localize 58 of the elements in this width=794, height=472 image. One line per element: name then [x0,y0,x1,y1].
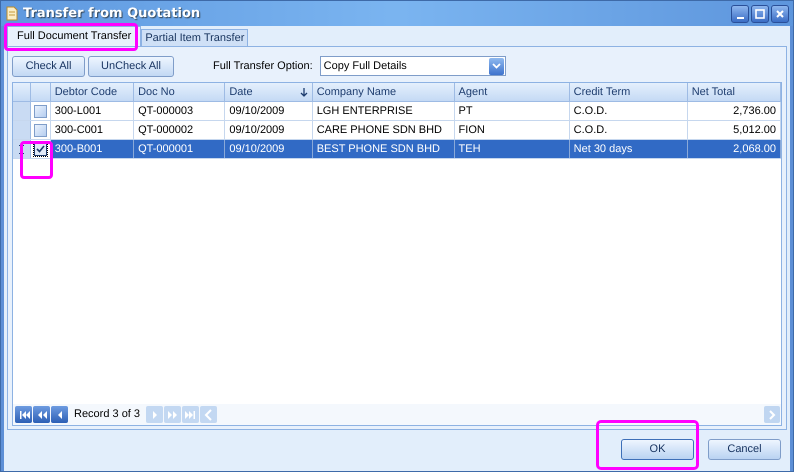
chevron-right-icon [768,410,776,420]
table-cell: QT-000002 [134,121,226,139]
table-cell: C.O.D. [570,121,688,139]
record-count: Record 3 of 3 [73,407,142,422]
table-cell: 09/10/2009 [225,121,313,139]
column-header[interactable]: Net Total [688,83,781,101]
navigation-button[interactable] [15,406,32,423]
dialog-button[interactable]: Cancel [708,438,781,460]
table-cell: 2,736.00 [688,102,781,120]
table-cell: TEH [454,140,570,158]
table-row[interactable]: 300-L001 QT-000003 09/10/2009 LGH ENTERPRISE PT C.O.D. 2,736.00 [13,102,781,121]
navigation-button[interactable] [33,406,50,423]
navigation-button[interactable] [51,406,68,423]
column-header[interactable]: Doc No [134,83,226,101]
sort-down-icon [300,88,308,96]
table-cell: QT-000003 [134,102,226,120]
column-header[interactable]: Date [225,83,313,101]
column-header[interactable]: Company Name [312,83,455,101]
table-cell: PT [454,102,570,120]
table-cell: LGH ENTERPRISE [312,102,455,120]
column-header[interactable]: Debtor Code [50,83,134,101]
table-row[interactable]: 300-B001 QT-000001 09/10/2009 BEST PHONE SDN BHD TEH Net 30 days 2,068.00 [13,140,781,159]
table-cell: 300-B001 [50,140,134,158]
table-cell: FION [454,121,570,139]
table-row[interactable]: 300-C001 QT-000002 09/10/2009 CARE PHONE SDN BHD FION C.O.D. 5,012.00 [13,121,781,140]
table-cell: 300-C001 [50,121,134,139]
table-cell: 09/10/2009 [225,140,313,158]
table-cell: QT-000001 [134,140,226,158]
document-icon [5,6,19,21]
toolbar-button[interactable]: Check All [12,56,85,76]
column-header[interactable]: Credit Term [570,83,688,101]
option-dropdown[interactable]: Copy Full Details [320,56,506,76]
tab[interactable]: Full Document Transfer [7,26,142,46]
text-cursor-icon [18,144,24,154]
tab[interactable]: Partial Item Transfer [141,29,248,46]
check-icon [36,145,45,153]
row-checkbox[interactable] [34,104,47,118]
highlight-frame [20,141,53,179]
maximize-icon [755,8,765,18]
minimize-button[interactable] [731,4,749,22]
toolbar-button[interactable]: UnCheck All [88,56,174,76]
table-cell: CARE PHONE SDN BHD [312,121,455,139]
table-cell: C.O.D. [570,102,688,120]
close-button[interactable] [771,4,789,22]
table-cell: 09/10/2009 [225,102,313,120]
option-label: Full Transfer Option: [213,58,313,74]
close-icon [775,8,785,18]
table-cell: 300-L001 [50,102,134,120]
column-header[interactable]: Agent [454,83,570,101]
dialog-button[interactable]: OK [621,438,694,460]
window-title: Transfer from Quotation [23,4,200,23]
table-cell: BEST PHONE SDN BHD [312,140,455,158]
table-cell: 5,012.00 [688,121,781,139]
maximize-button[interactable] [751,4,769,22]
table-cell: Net 30 days [570,140,688,158]
minimize-icon [736,16,744,18]
table-cell: 2,068.00 [688,140,781,158]
row-checkbox[interactable] [34,124,47,136]
